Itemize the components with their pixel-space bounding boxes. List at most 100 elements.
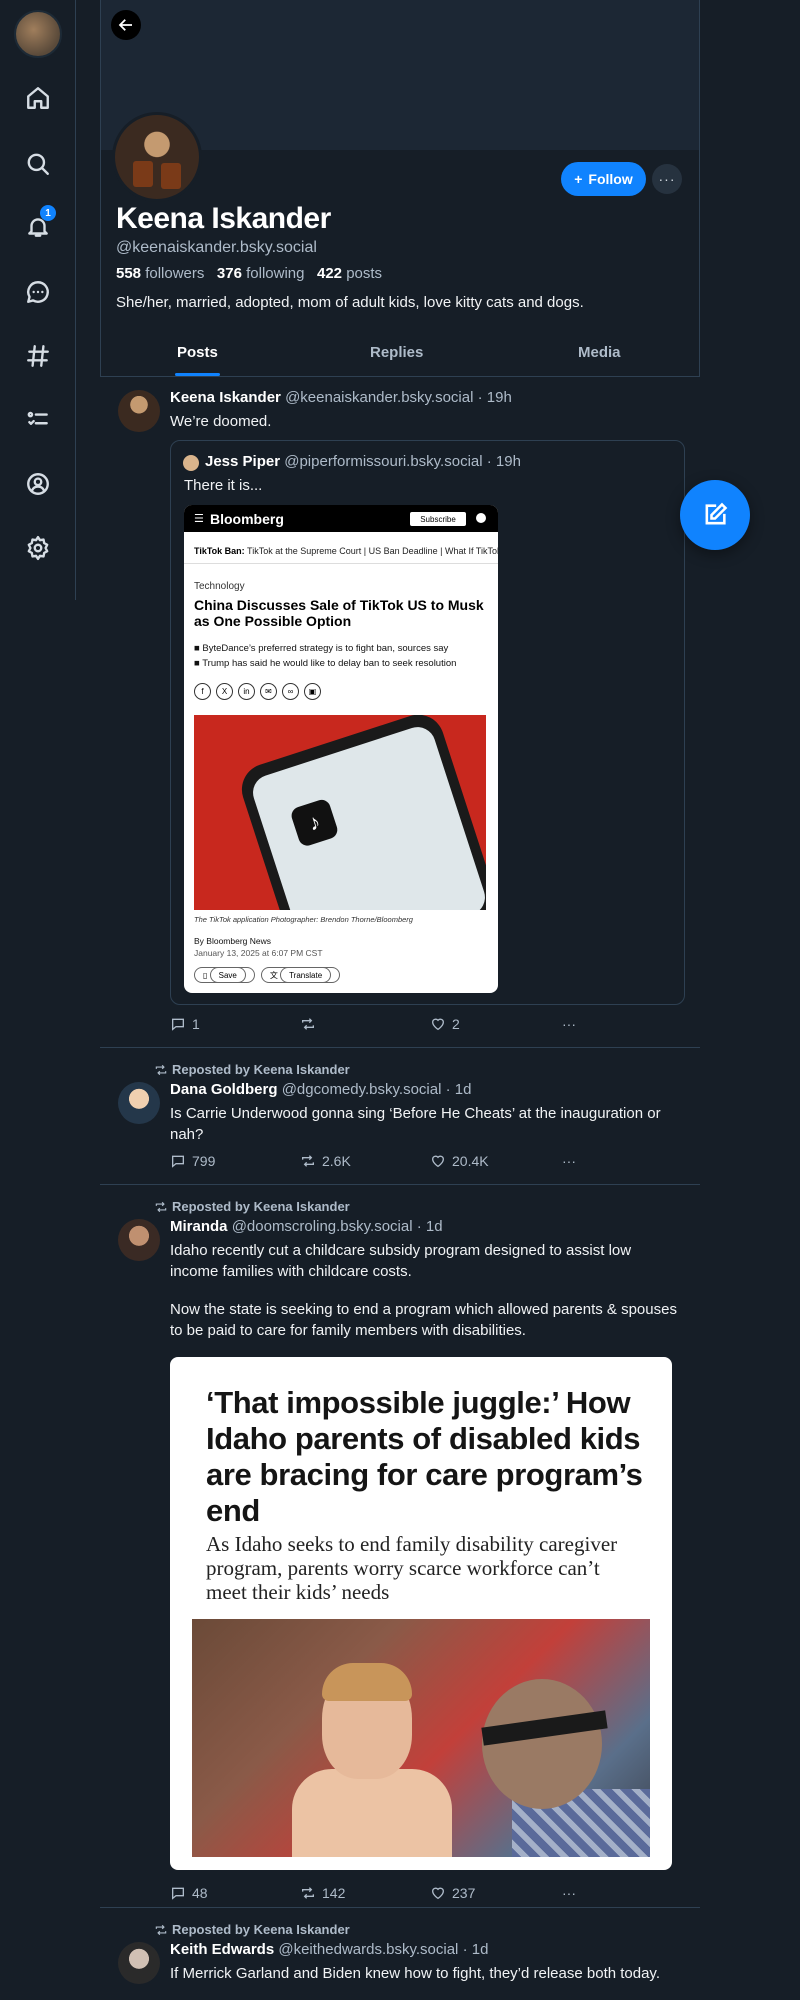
quote-header: Jess Piper @piperformissouri.bsky.social… — [205, 453, 521, 470]
repost-icon — [155, 1924, 167, 1935]
like-button[interactable]: 237 — [430, 1885, 475, 1901]
repost-indicator: Reposted by Keena Iskander — [154, 1062, 350, 1077]
author-handle[interactable]: @keenaiskander.bsky.social — [285, 389, 473, 406]
post-text: If Merrick Garland and Biden knew how to… — [170, 1965, 660, 1982]
translate-chip: 文 Translate — [260, 967, 341, 983]
tab-replies[interactable]: Replies — [370, 344, 423, 361]
author-name[interactable]: Keena Iskander — [170, 389, 281, 406]
article-image-card[interactable]: ‘That impossible juggle:’ How Idaho pare… — [170, 1357, 672, 1870]
repost-icon — [302, 1155, 314, 1167]
reply-icon — [172, 1887, 184, 1900]
author-avatar[interactable] — [118, 1219, 160, 1261]
post-actions: 1 2 ··· — [170, 1016, 590, 1036]
left-nav: 1 — [0, 0, 76, 600]
compose-button[interactable] — [680, 480, 750, 550]
article-buttons: ▯ Save 文 Translate — [194, 967, 341, 983]
subscribe-chip: Subscribe — [410, 512, 466, 526]
article-image-subhead: As Idaho seeks to end family disability … — [206, 1532, 618, 1604]
user-icon[interactable] — [22, 468, 54, 500]
back-button[interactable] — [111, 10, 141, 40]
repost-button[interactable]: 142 — [300, 1885, 345, 1901]
author-avatar[interactable] — [118, 390, 160, 432]
linkedin-icon: in — [238, 683, 255, 700]
feed-post[interactable]: Keena Iskander @keenaiskander.bsky.socia… — [100, 378, 700, 1048]
post-text: Is Carrie Underwood gonna sing ‘Before H… — [170, 1105, 661, 1143]
gift-icon: ▣ — [304, 683, 321, 700]
article-section: Technology — [194, 581, 245, 592]
profile-handle: @keenaiskander.bsky.social — [116, 239, 317, 256]
post-header: Miranda @doomscroling.bsky.social · 1d — [170, 1218, 443, 1235]
feed-post[interactable]: Reposted by Keena Iskander Miranda @doom… — [100, 1185, 700, 1908]
post-text: Now the state is seeking to end a progra… — [170, 1301, 677, 1339]
reply-button[interactable]: 1 — [170, 1016, 200, 1032]
quote-image-bloomberg-screenshot[interactable]: ☰ Bloomberg Subscribe TikTok Ban: TikTok… — [184, 505, 498, 993]
repost-indicator: Reposted by Keena Iskander — [154, 1922, 350, 1937]
reply-button[interactable]: 799 — [170, 1153, 215, 1169]
user-icon — [476, 513, 486, 523]
post-header: Keena Iskander @keenaiskander.bsky.socia… — [170, 389, 512, 406]
following-link[interactable]: 376 following — [217, 265, 305, 282]
feed-post[interactable]: Reposted by Keena Iskander Keith Edwards… — [100, 1908, 700, 2000]
repost-icon — [155, 1064, 167, 1075]
heart-icon — [431, 1155, 445, 1168]
feed-post[interactable]: Reposted by Keena Iskander Dana Goldberg… — [100, 1048, 700, 1185]
post-header: Dana Goldberg @dgcomedy.bsky.social · 1d — [170, 1081, 471, 1098]
post-text: Idaho recently cut a childcare subsidy p… — [170, 1242, 632, 1280]
share-icons: f Xin ✉ ∞ ▣ — [194, 683, 321, 700]
post-more-button[interactable]: ··· — [562, 1016, 576, 1032]
post-text: We’re doomed. — [170, 413, 272, 430]
post-more-button[interactable]: ··· — [562, 1153, 576, 1169]
repost-indicator: Reposted by Keena Iskander — [154, 1199, 350, 1214]
chat-icon[interactable] — [22, 276, 54, 308]
save-chip: ▯ Save — [194, 967, 255, 983]
follow-label: Follow — [588, 171, 633, 187]
profile-display-name: Keena Iskander — [116, 202, 331, 235]
article-image-headline: ‘That impossible juggle:’ How Idaho pare… — [206, 1385, 643, 1528]
post-more-button[interactable]: ··· — [562, 1885, 576, 1901]
profile-more-button[interactable]: ··· — [652, 164, 682, 194]
post-header: Keith Edwards @keithedwards.bsky.social … — [170, 1941, 488, 1958]
search-icon[interactable] — [22, 148, 54, 180]
followers-link[interactable]: 558 followers — [116, 265, 204, 282]
follow-button[interactable]: + Follow — [561, 162, 646, 196]
profile-stats: 558 followers 376 following 422 posts — [116, 265, 382, 282]
author-handle[interactable]: @dgcomedy.bsky.social — [282, 1081, 442, 1098]
repost-button[interactable]: 2.6K — [300, 1153, 351, 1169]
byline: By Bloomberg News — [194, 936, 272, 946]
plus-icon: + — [574, 171, 583, 187]
author-handle[interactable]: @doomscroling.bsky.social — [232, 1218, 413, 1235]
current-user-avatar[interactable] — [14, 10, 62, 58]
author-handle[interactable]: @keithedwards.bsky.social — [278, 1941, 458, 1958]
repost-button[interactable] — [300, 1016, 316, 1032]
divider — [184, 563, 498, 564]
like-button[interactable]: 20.4K — [430, 1153, 489, 1169]
profile-tabs: Posts Replies Media — [100, 330, 700, 377]
reply-button[interactable]: 48 — [170, 1885, 208, 1901]
tab-posts[interactable]: Posts — [177, 344, 218, 361]
active-tab-indicator — [175, 373, 220, 376]
author-name[interactable]: Miranda — [170, 1218, 228, 1235]
reply-icon — [172, 1155, 184, 1168]
author-avatar[interactable] — [118, 1942, 160, 1984]
repost-icon — [302, 1887, 314, 1899]
tab-media[interactable]: Media — [578, 344, 621, 361]
menu-icon: ☰ — [194, 513, 204, 525]
bloomberg-topbar: ☰ Bloomberg Subscribe — [184, 505, 498, 532]
mug-graphic — [161, 163, 181, 189]
list-icon[interactable] — [22, 404, 54, 436]
quoted-post[interactable]: Jess Piper @piperformissouri.bsky.social… — [170, 440, 685, 1005]
tiktok-icon: ♪ — [289, 797, 340, 848]
author-name[interactable]: Keith Edwards — [170, 1941, 274, 1958]
author-name[interactable]: Dana Goldberg — [170, 1081, 278, 1098]
gear-icon[interactable] — [22, 532, 54, 564]
author-avatar[interactable] — [118, 1082, 160, 1124]
like-button[interactable]: 2 — [430, 1016, 460, 1032]
heart-icon — [431, 1887, 445, 1900]
bell-icon[interactable]: 1 — [22, 205, 56, 243]
home-icon[interactable] — [22, 82, 54, 114]
quote-author-avatar — [183, 455, 199, 471]
repost-icon — [155, 1201, 167, 1212]
hashtag-icon[interactable] — [22, 340, 54, 372]
profile-avatar[interactable] — [112, 112, 202, 202]
quote-text: There it is... — [184, 477, 263, 494]
